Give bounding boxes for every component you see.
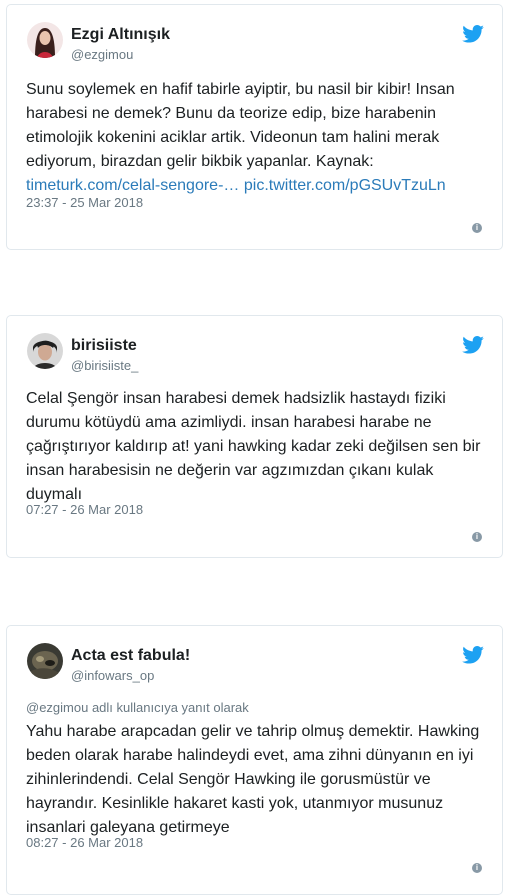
timestamp[interactable]: 07:27 - 26 Mar 2018 (26, 502, 143, 517)
timestamp[interactable]: 08:27 - 26 Mar 2018 (26, 835, 143, 850)
twitter-bird-icon[interactable] (462, 25, 484, 43)
tweet-text: Celal Şengör insan harabesi demek hadsiz… (26, 390, 481, 503)
tweet-card: Acta est fabula! @infowars_op @ezgimou a… (6, 625, 503, 895)
timestamp[interactable]: 23:37 - 25 Mar 2018 (26, 195, 143, 210)
tweet-text: Sunu soylemek en hafif tabirle ayiptir, … (26, 78, 484, 198)
tweet-card: Ezgi Altınışık @ezgimou Sunu soylemek en… (6, 4, 503, 250)
twitter-bird-icon[interactable] (462, 646, 484, 664)
tweet-link[interactable]: timeturk.com/celal-sengore-… (26, 177, 239, 194)
user-handle[interactable]: @birisiiste_ (71, 358, 138, 373)
display-name[interactable]: Acta est fabula! (71, 647, 190, 665)
avatar[interactable] (27, 22, 63, 58)
display-name[interactable]: birisiiste (71, 337, 137, 355)
info-icon[interactable]: i (472, 863, 482, 873)
reply-context: @ezgimou adlı kullanıcıya yanıt olarak (26, 700, 249, 715)
avatar[interactable] (27, 333, 63, 369)
tweet-text-body: Sunu soylemek en hafif tabirle ayiptir, … (26, 81, 455, 170)
info-icon[interactable]: i (472, 223, 482, 233)
avatar[interactable] (27, 643, 63, 679)
user-handle[interactable]: @infowars_op (71, 668, 154, 683)
tweet-text: Yahu harabe arapcadan gelir ve tahrip ol… (26, 723, 480, 836)
info-icon[interactable]: i (472, 532, 482, 542)
user-handle[interactable]: @ezgimou (71, 47, 133, 62)
display-name[interactable]: Ezgi Altınışık (71, 26, 170, 44)
twitter-bird-icon[interactable] (462, 336, 484, 354)
media-link[interactable]: pic.twitter.com/pGSUvTzuLn (244, 177, 446, 194)
tweet-card: birisiiste @birisiiste_ Celal Şengör ins… (6, 315, 503, 558)
